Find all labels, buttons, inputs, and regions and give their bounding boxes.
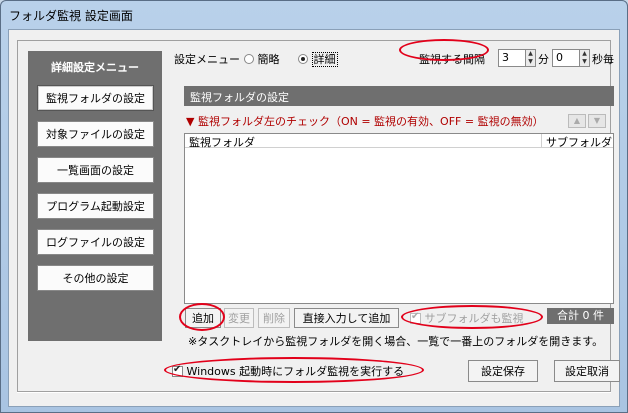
sidebar-item-other[interactable]: その他の設定	[37, 265, 154, 291]
cancel-settings-button[interactable]: 設定取消	[554, 360, 620, 382]
radio-icon	[244, 54, 254, 64]
status-strip	[17, 392, 611, 404]
column-header-folder[interactable]: 監視フォルダ	[189, 134, 255, 150]
minutes-spinner[interactable]: ▲ ▼	[525, 49, 536, 67]
settings-topbar: 設定メニュー 簡略 詳細 監視する間隔 3 ▲ ▼ 分 0 ▲ ▼ 秒毎	[174, 49, 614, 69]
mode-detail-label: 詳細	[311, 52, 338, 67]
startup-checkbox[interactable]: Windows 起動時にフォルダ監視を実行する	[172, 363, 404, 379]
sidebar-title: 詳細設定メニュー	[51, 61, 139, 74]
subfolder-watch-label: サブフォルダも監視	[424, 312, 524, 325]
seconds-input[interactable]: 0	[552, 49, 580, 67]
sidebar-item-program-launch[interactable]: プログラム起動設定	[37, 193, 154, 219]
check-notice: ▼ 監視フォルダ左のチェック（ON = 監視の有効、OFF = 監視の無効）	[186, 115, 544, 128]
title-bar[interactable]: フォルダ監視 設定画面	[1, 1, 627, 29]
checkbox-icon	[410, 311, 421, 324]
menu-label: 設定メニュー	[174, 53, 240, 66]
sidebar: 詳細設定メニュー 監視フォルダの設定 対象ファイルの設定 一覧画面の設定 プログ…	[28, 51, 162, 341]
direct-add-button[interactable]: 直接入力して追加	[294, 308, 399, 328]
sidebar-item-target-files[interactable]: 対象ファイルの設定	[37, 121, 154, 147]
checkbox-checked-icon	[172, 364, 183, 377]
section-header: 監視フォルダの設定	[184, 86, 614, 106]
client-area: 詳細設定メニュー 監視フォルダの設定 対象ファイルの設定 一覧画面の設定 プログ…	[8, 29, 620, 407]
window-title: フォルダ監視 設定画面	[9, 9, 133, 23]
total-count: 合計 0 件	[547, 308, 614, 324]
move-up-button[interactable]: ▲	[568, 114, 586, 128]
main-panel: 詳細設定メニュー 監視フォルダの設定 対象ファイルの設定 一覧画面の設定 プログ…	[17, 39, 620, 392]
change-button[interactable]: 変更	[224, 308, 254, 328]
minutes-input[interactable]: 3	[498, 49, 526, 67]
watch-folder-list[interactable]: 監視フォルダ サブフォルダ	[184, 133, 614, 304]
delete-button[interactable]: 削除	[258, 308, 290, 328]
mode-simple-label: 簡略	[257, 53, 280, 66]
settings-window: フォルダ監視 設定画面 詳細設定メニュー 監視フォルダの設定 対象ファイルの設定…	[0, 0, 628, 413]
radio-selected-icon	[298, 54, 308, 64]
move-down-button[interactable]: ▼	[588, 114, 606, 128]
minutes-unit: 分	[538, 53, 549, 66]
save-settings-button[interactable]: 設定保存	[468, 360, 538, 382]
seconds-unit: 秒毎	[592, 53, 614, 66]
startup-label: Windows 起動時にフォルダ監視を実行する	[186, 365, 405, 378]
mode-simple-radio[interactable]: 簡略	[244, 51, 280, 67]
sidebar-item-watch-folder[interactable]: 監視フォルダの設定	[37, 85, 154, 111]
subfolder-watch-checkbox[interactable]: サブフォルダも監視	[410, 310, 524, 326]
tray-note: ※タスクトレイから監視フォルダを開く場合、一覧で一番上のフォルダを開きます。	[188, 335, 604, 348]
add-button[interactable]: 追加	[185, 308, 221, 328]
interval-label: 監視する間隔	[419, 53, 485, 66]
mode-detail-radio[interactable]: 詳細	[298, 51, 338, 67]
sidebar-item-list-view[interactable]: 一覧画面の設定	[37, 157, 154, 183]
column-header-subfolder[interactable]: サブフォルダ	[541, 134, 613, 149]
seconds-spinner[interactable]: ▲ ▼	[579, 49, 590, 67]
list-header: 監視フォルダ サブフォルダ	[185, 134, 613, 150]
sidebar-item-log-file[interactable]: ログファイルの設定	[37, 229, 154, 255]
